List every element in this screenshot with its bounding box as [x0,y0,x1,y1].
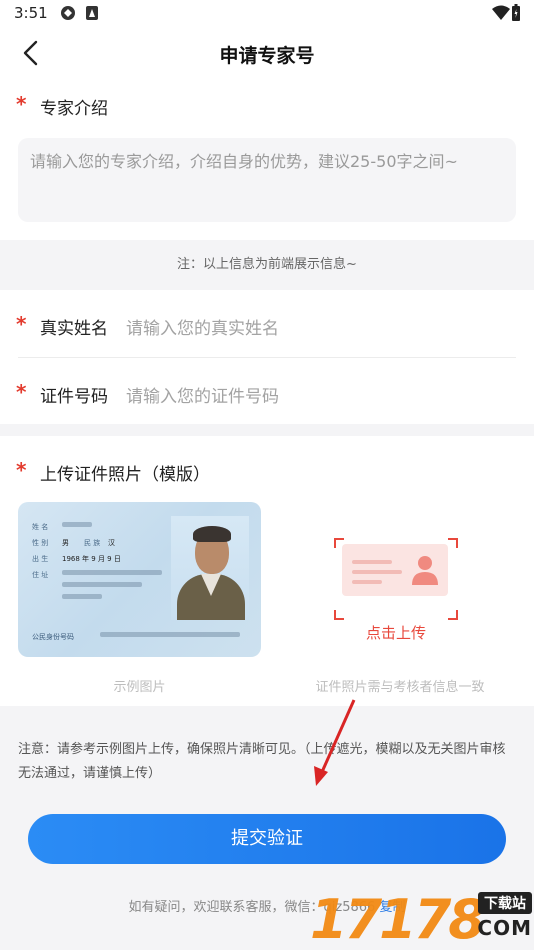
front-display-note: 注：以上信息为前端展示信息~ [177,257,357,272]
required-mark: * [16,458,27,482]
watermark-tag: 下载站 [478,892,532,914]
id-number-label: 证件号码 [40,387,108,407]
name-label: 真实姓名 [40,319,108,339]
sync-icon [61,6,75,20]
watermark-number: 17178 [310,888,486,950]
wifi-icon [492,5,510,20]
required-mark: * [16,92,27,116]
intro-section: * 专家介绍 请输入您的专家介绍，介绍自身的优势，建议25-50字之间~ [0,78,534,240]
page-title: 申请专家号 [219,45,315,67]
intro-textarea[interactable]: 请输入您的专家介绍，介绍自身的优势，建议25-50字之间~ [18,138,516,222]
required-mark: * [16,312,27,336]
divider [18,357,516,358]
status-time: 3:51 [14,4,48,22]
id-number-input[interactable]: 请输入您的证件号码 [126,382,506,407]
status-bar: 3:51 [0,0,534,28]
upload-text[interactable]: 点击上传 [334,622,458,643]
watermark-domain: COM [477,916,532,940]
upload-button[interactable] [334,538,458,620]
identity-section: * 真实姓名 请输入您的真实姓名 * 证件号码 请输入您的证件号码 [0,290,534,424]
intro-label: 专家介绍 [40,99,108,119]
app-notification-icon [86,6,98,20]
upload-label: 上传证件照片（模版） [40,465,210,485]
submit-button[interactable]: 提交验证 [28,814,506,864]
id-card-placeholder-icon [342,544,448,596]
watermark-logo: 17178 下载站 COM [310,888,534,950]
battery-icon [512,4,520,21]
sample-id-card-image: 姓 名 性 别 男 民 族 汉 出 生 1968 年 9 月 9 日 住 址 公… [18,502,261,657]
upload-section: * 上传证件照片（模版） 姓 名 性 别 男 民 族 汉 出 生 1968 年 … [0,436,534,706]
required-mark: * [16,380,27,404]
name-input[interactable]: 请输入您的真实姓名 [126,314,506,339]
sample-caption: 示例图片 [113,680,166,695]
upload-caption: 证件照片需与考核者信息一致 [315,680,485,695]
upload-notice: 注意：请参考示例图片上传，确保照片清晰可见。（上传遮光，模糊以及无关图片审核无法… [18,742,506,781]
nav-bar: 申请专家号 [0,28,534,78]
